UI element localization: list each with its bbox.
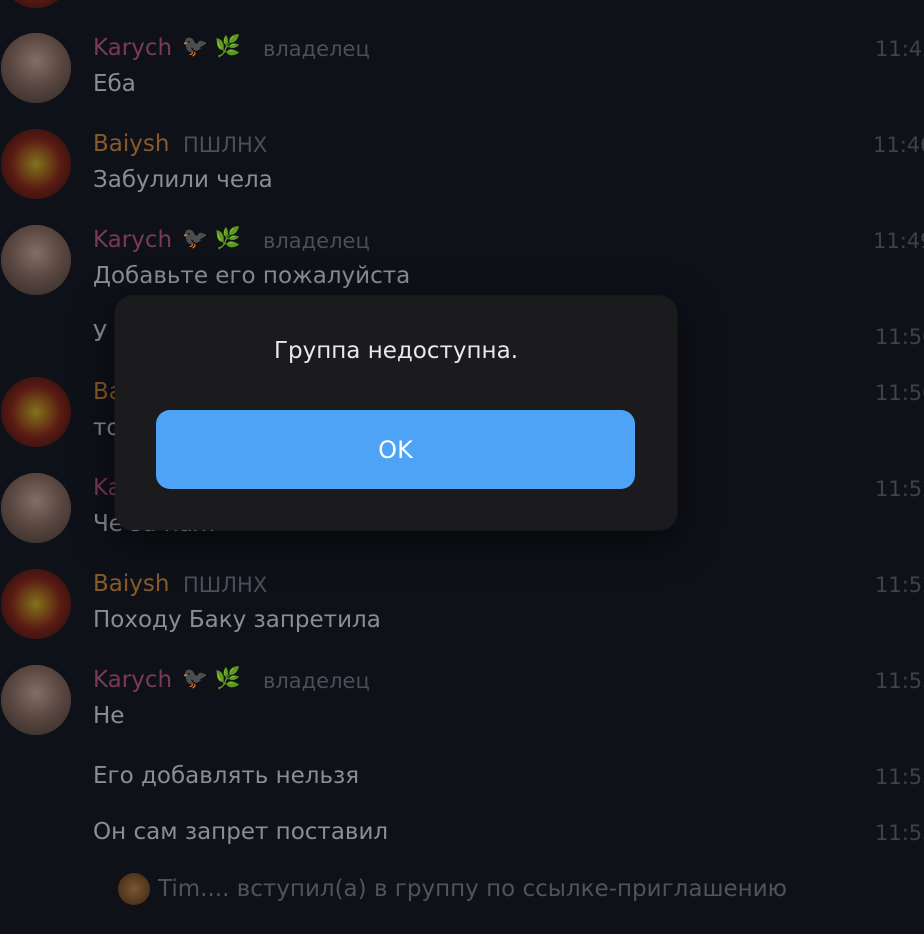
alert-dialog: Группа недоступна. OK — [115, 296, 677, 530]
ok-button[interactable]: OK — [156, 410, 635, 489]
dialog-message: Группа недоступна. — [273, 338, 518, 364]
